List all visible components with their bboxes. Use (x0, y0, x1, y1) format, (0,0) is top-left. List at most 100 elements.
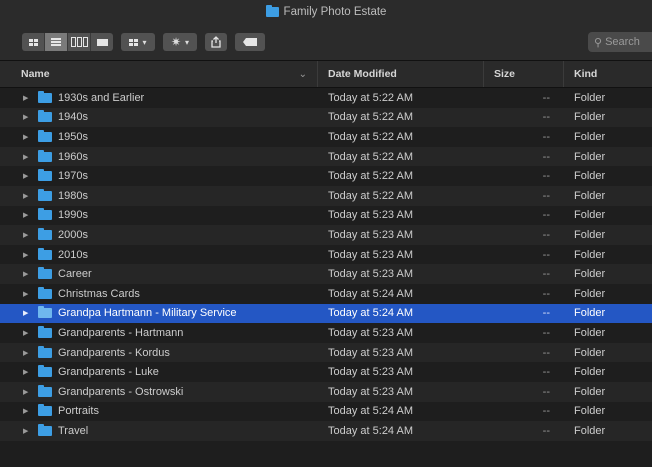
file-kind: Folder (574, 130, 606, 143)
folder-icon (38, 129, 52, 142)
file-name: Grandpa Hartmann - Military Service (58, 307, 237, 320)
disclosure-triangle-icon[interactable]: ▶ (23, 329, 31, 337)
share-button[interactable] (205, 33, 227, 51)
table-row[interactable]: ▶ 1950s Today at 5:22 AM -- Folder (0, 127, 652, 147)
table-row[interactable]: ▶ 1990s Today at 5:23 AM -- Folder (0, 206, 652, 226)
file-name: 1950s (58, 130, 88, 143)
file-name: Christmas Cards (58, 287, 140, 300)
folder-icon (38, 169, 52, 182)
disclosure-triangle-icon[interactable]: ▶ (23, 153, 31, 161)
file-kind: Folder (574, 326, 606, 339)
column-header-kind[interactable]: Kind (564, 61, 652, 87)
file-size: -- (542, 287, 550, 300)
file-list: ▶ 1930s and Earlier Today at 5:22 AM -- Fold… (0, 88, 652, 441)
column-header-date[interactable]: Date Modified (318, 61, 484, 87)
table-row[interactable]: ▶ 2000s Today at 5:23 AM -- Folder (0, 225, 652, 245)
folder-icon (38, 90, 52, 103)
file-kind: Folder (574, 111, 606, 124)
table-row[interactable]: ▶ Portraits Today at 5:24 AM -- Folder (0, 402, 652, 422)
list-view-button[interactable] (45, 33, 68, 51)
tag-icon (243, 38, 257, 46)
file-kind: Folder (574, 209, 606, 222)
disclosure-triangle-icon[interactable]: ▶ (23, 94, 31, 102)
title-bar: Family Photo Estate (0, 0, 652, 24)
folder-icon (38, 188, 52, 201)
table-row[interactable]: ▶ 2010s Today at 5:23 AM -- Folder (0, 245, 652, 265)
table-row[interactable]: ▶ Career Today at 5:23 AM -- Folder (0, 264, 652, 284)
table-row[interactable]: ▶ 1960s Today at 5:22 AM -- Folder (0, 146, 652, 167)
list-view-icon (51, 38, 61, 46)
file-size: -- (542, 130, 550, 143)
disclosure-triangle-icon[interactable]: ▶ (23, 192, 31, 200)
disclosure-triangle-icon[interactable]: ▶ (23, 231, 31, 239)
disclosure-triangle-icon[interactable]: ▶ (23, 133, 31, 141)
file-name: 1980s (58, 189, 88, 202)
gallery-view-button[interactable] (91, 33, 113, 51)
file-kind: Folder (574, 346, 606, 359)
column-header-name[interactable]: Name ⌄ (0, 61, 318, 87)
table-row[interactable]: ▶ Grandparents - Kordus Today at 5:23 AM --… (0, 342, 652, 363)
file-name: Portraits (58, 405, 99, 418)
table-row[interactable]: ▶ Grandparents - Luke Today at 5:23 AM -- Fo… (0, 362, 652, 382)
disclosure-triangle-icon[interactable]: ▶ (23, 113, 31, 121)
file-size: -- (542, 150, 550, 163)
disclosure-triangle-icon[interactable]: ▶ (23, 349, 31, 357)
action-button[interactable]: ✷ ▾ (163, 33, 197, 51)
row-name-cell: ▶ Grandpa Hartmann - Military Service (0, 306, 318, 320)
row-name-cell: ▶ 1980s (0, 188, 318, 202)
file-size: -- (542, 366, 550, 379)
file-date-modified: Today at 5:23 AM (328, 326, 413, 339)
table-row[interactable]: ▶ 1930s and Earlier Today at 5:22 AM -- Fold… (0, 88, 652, 108)
file-date-modified: Today at 5:24 AM (328, 424, 413, 437)
file-name: Grandparents - Luke (58, 366, 159, 379)
file-kind: Folder (574, 268, 606, 281)
chevron-down-icon: ▾ (142, 37, 147, 47)
finder-window: Family Photo Estate ▾ ✷ ▾ ⚲ Search Name … (0, 0, 652, 467)
file-size: -- (542, 209, 550, 222)
file-date-modified: Today at 5:22 AM (328, 91, 413, 104)
disclosure-triangle-icon[interactable]: ▶ (23, 309, 31, 317)
icon-view-icon (28, 38, 38, 46)
column-header-size[interactable]: Size (484, 61, 564, 87)
disclosure-triangle-icon[interactable]: ▶ (23, 368, 31, 376)
file-date-modified: Today at 5:23 AM (328, 248, 413, 261)
row-name-cell: ▶ Grandparents - Kordus (0, 345, 318, 359)
row-name-cell: ▶ Grandparents - Luke (0, 365, 318, 379)
gear-icon: ✷ (170, 35, 182, 49)
file-date-modified: Today at 5:22 AM (328, 130, 413, 143)
file-size: -- (542, 248, 550, 261)
table-row[interactable]: ▶ Grandparents - Hartmann Today at 5:23 AM… (0, 323, 652, 343)
row-name-cell: ▶ 2000s (0, 227, 318, 241)
icon-view-button[interactable] (22, 33, 45, 51)
file-name: 2010s (58, 248, 88, 261)
group-by-button[interactable]: ▾ (121, 33, 155, 51)
row-name-cell: ▶ Career (0, 267, 318, 280)
disclosure-triangle-icon[interactable]: ▶ (23, 388, 31, 396)
table-row[interactable]: ▶ 1980s Today at 5:22 AM -- Folder (0, 185, 652, 206)
disclosure-triangle-icon[interactable]: ▶ (23, 211, 31, 219)
column-view-icon (70, 37, 88, 47)
file-kind: Folder (574, 287, 606, 300)
folder-icon (38, 345, 52, 358)
disclosure-triangle-icon[interactable]: ▶ (23, 251, 31, 259)
column-header: Name ⌄ Date Modified Size Kind (0, 61, 652, 88)
disclosure-triangle-icon[interactable]: ▶ (23, 270, 31, 278)
file-date-modified: Today at 5:23 AM (328, 209, 413, 222)
search-field[interactable]: ⚲ Search (588, 32, 652, 52)
column-view-button[interactable] (68, 33, 91, 51)
row-name-cell: ▶ Grandparents - Ostrowski (0, 384, 318, 398)
table-row[interactable]: ▶ 1940s Today at 5:22 AM -- Folder (0, 107, 652, 128)
disclosure-triangle-icon[interactable]: ▶ (23, 290, 31, 298)
file-name: Travel (58, 424, 89, 437)
table-row[interactable]: ▶ 1970s Today at 5:22 AM -- Folder (0, 166, 652, 186)
table-row[interactable]: ▶ Christmas Cards Today at 5:24 AM -- Folder (0, 284, 652, 304)
tag-button[interactable] (235, 33, 265, 51)
chevron-down-icon: ▾ (185, 37, 190, 47)
disclosure-triangle-icon[interactable]: ▶ (23, 427, 31, 435)
row-name-cell: ▶ 1990s (0, 208, 318, 221)
table-row[interactable]: ▶ Grandparents - Ostrowski Today at 5:23 A… (0, 381, 652, 402)
table-row[interactable]: ▶ Travel Today at 5:24 AM -- Folder (0, 421, 652, 441)
disclosure-triangle-icon[interactable]: ▶ (23, 172, 31, 180)
table-row[interactable]: ▶ Grandpa Hartmann - Military Service Toda… (0, 303, 652, 324)
disclosure-triangle-icon[interactable]: ▶ (23, 407, 31, 415)
